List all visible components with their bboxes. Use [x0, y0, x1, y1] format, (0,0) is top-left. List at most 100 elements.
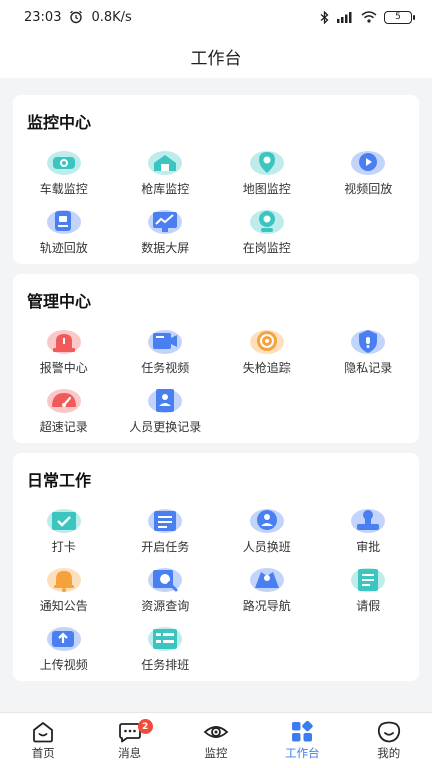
tile-upload[interactable]: 上传视频	[13, 623, 115, 673]
nav-label: 首页	[31, 745, 55, 760]
tile-schedule[interactable]: 任务排班	[115, 623, 217, 673]
tile-person-doc[interactable]: 人员更换记录	[115, 385, 217, 435]
tracking-icon	[247, 326, 287, 356]
tile-label: 开启任务	[141, 540, 190, 554]
tile-grid: 报警中心 任务视频 失枪追踪 隐私记录超速记录 人员更换记录	[13, 326, 419, 435]
tile-label: 地图监控	[242, 182, 291, 196]
tile-car-camera[interactable]: 车载监控	[13, 147, 115, 197]
tile-label: 任务视频	[141, 361, 190, 375]
tile-label: 视频回放	[344, 182, 393, 196]
nav-label: 监控	[204, 745, 228, 760]
tile-speedometer[interactable]: 超速记录	[13, 385, 115, 435]
tile-stamp[interactable]: 审批	[318, 505, 420, 555]
check-in-icon	[44, 505, 84, 535]
nav-home[interactable]: 首页	[0, 713, 86, 768]
navigation-icon	[247, 564, 287, 594]
network-speed: 0.8K/s	[91, 9, 132, 25]
tile-label: 打卡	[51, 540, 76, 554]
status-time: 23:03	[24, 9, 62, 25]
nav-profile[interactable]: 我的	[346, 713, 432, 768]
workbench-content: 监控中心 车载监控 枪库监控 地图监控 视频回放轨迹回放 数据大屏 在岗监控 管理中心 报…	[0, 78, 432, 712]
cellular-signal-icon	[337, 12, 352, 23]
tile-label: 超速记录	[39, 420, 88, 434]
status-bar: 23:03 0.8K/s 5	[0, 0, 432, 34]
wifi-icon	[361, 11, 377, 23]
tile-track-replay[interactable]: 轨迹回放	[13, 206, 115, 256]
tile-label: 人员换班	[242, 540, 291, 554]
tile-map-pin[interactable]: 地图监控	[216, 147, 318, 197]
tile-label: 数据大屏	[141, 241, 190, 255]
person-doc-icon	[145, 385, 185, 415]
section-title: 日常工作	[27, 471, 92, 490]
task-video-icon	[145, 326, 185, 356]
tile-label: 枪库监控	[141, 182, 190, 196]
tile-video-replay[interactable]: 视频回放	[318, 147, 420, 197]
tile-label: 请假	[356, 599, 381, 613]
eye-icon	[203, 725, 229, 738]
alarm-icon	[44, 326, 84, 356]
tile-check-in[interactable]: 打卡	[13, 505, 115, 555]
car-camera-icon	[44, 147, 84, 177]
tile-data-screen[interactable]: 数据大屏	[115, 206, 217, 256]
video-replay-icon	[348, 147, 388, 177]
tile-label: 车载监控	[39, 182, 88, 196]
nav-label: 消息	[118, 745, 142, 760]
tile-bell[interactable]: 通知公告	[13, 564, 115, 614]
nav-workbench[interactable]: 工作台	[259, 713, 345, 768]
tile-shield[interactable]: 隐私记录	[318, 326, 420, 376]
bluetooth-icon	[320, 10, 329, 24]
search-icon	[145, 564, 185, 594]
shift-change-icon	[247, 505, 287, 535]
app-header: 工作台	[0, 34, 432, 78]
tile-label: 隐私记录	[344, 361, 393, 375]
tile-armory[interactable]: 枪库监控	[115, 147, 217, 197]
tile-task-video[interactable]: 任务视频	[115, 326, 217, 376]
tile-label: 上传视频	[39, 658, 88, 672]
tile-leave-form[interactable]: 请假	[318, 564, 420, 614]
tile-label: 轨迹回放	[39, 241, 88, 255]
upload-icon	[44, 623, 84, 653]
tile-label: 人员更换记录	[129, 420, 202, 434]
nav-messages[interactable]: 2 消息	[86, 713, 172, 768]
stamp-icon	[348, 505, 388, 535]
tile-label: 失枪追踪	[242, 361, 291, 375]
bell-icon	[44, 564, 84, 594]
map-pin-icon	[247, 147, 287, 177]
tile-search[interactable]: 资源查询	[115, 564, 217, 614]
section-title: 监控中心	[27, 113, 92, 132]
section-daily-work: 日常工作 打卡 开启任务 人员换班 审批通知公告 资源查询 路况导航 请假上传视频 任务排班	[13, 453, 419, 681]
tile-grid: 车载监控 枪库监控 地图监控 视频回放轨迹回放 数据大屏 在岗监控	[13, 147, 419, 256]
track-replay-icon	[44, 206, 84, 236]
tile-grid: 打卡 开启任务 人员换班 审批通知公告 资源查询 路况导航 请假上传视频 任务排班	[13, 505, 419, 673]
tile-label: 通知公告	[39, 599, 88, 613]
tile-tracking[interactable]: 失枪追踪	[216, 326, 318, 376]
profile-icon	[377, 721, 400, 742]
tile-label: 报警中心	[39, 361, 88, 375]
data-screen-icon	[145, 206, 185, 236]
workbench-icon	[292, 720, 314, 741]
tile-webcam[interactable]: 在岗监控	[216, 206, 318, 256]
unread-badge: 2	[137, 719, 153, 734]
battery-indicator: 5	[384, 10, 415, 24]
tile-navigation[interactable]: 路况导航	[216, 564, 318, 614]
tile-shift-change[interactable]: 人员换班	[216, 505, 318, 555]
tile-label: 在岗监控	[242, 241, 291, 255]
armory-icon	[145, 147, 185, 177]
bottom-nav: 首页 2 消息 监控 工作台 我的	[0, 712, 432, 768]
tile-label: 路况导航	[242, 599, 291, 613]
tile-label: 资源查询	[141, 599, 190, 613]
webcam-icon	[247, 206, 287, 236]
schedule-icon	[145, 623, 185, 653]
speedometer-icon	[44, 385, 84, 415]
home-icon	[33, 721, 54, 742]
section-management-center: 管理中心 报警中心 任务视频 失枪追踪 隐私记录超速记录 人员更换记录	[13, 274, 419, 443]
start-task-icon	[145, 505, 185, 535]
tile-alarm[interactable]: 报警中心	[13, 326, 115, 376]
tile-start-task[interactable]: 开启任务	[115, 505, 217, 555]
nav-monitor[interactable]: 监控	[173, 713, 259, 768]
tile-label: 任务排班	[141, 658, 190, 672]
section-title: 管理中心	[27, 292, 92, 311]
page-title: 工作台	[190, 48, 242, 69]
section-monitor-center: 监控中心 车载监控 枪库监控 地图监控 视频回放轨迹回放 数据大屏 在岗监控	[13, 95, 419, 264]
nav-label: 工作台	[285, 745, 320, 760]
